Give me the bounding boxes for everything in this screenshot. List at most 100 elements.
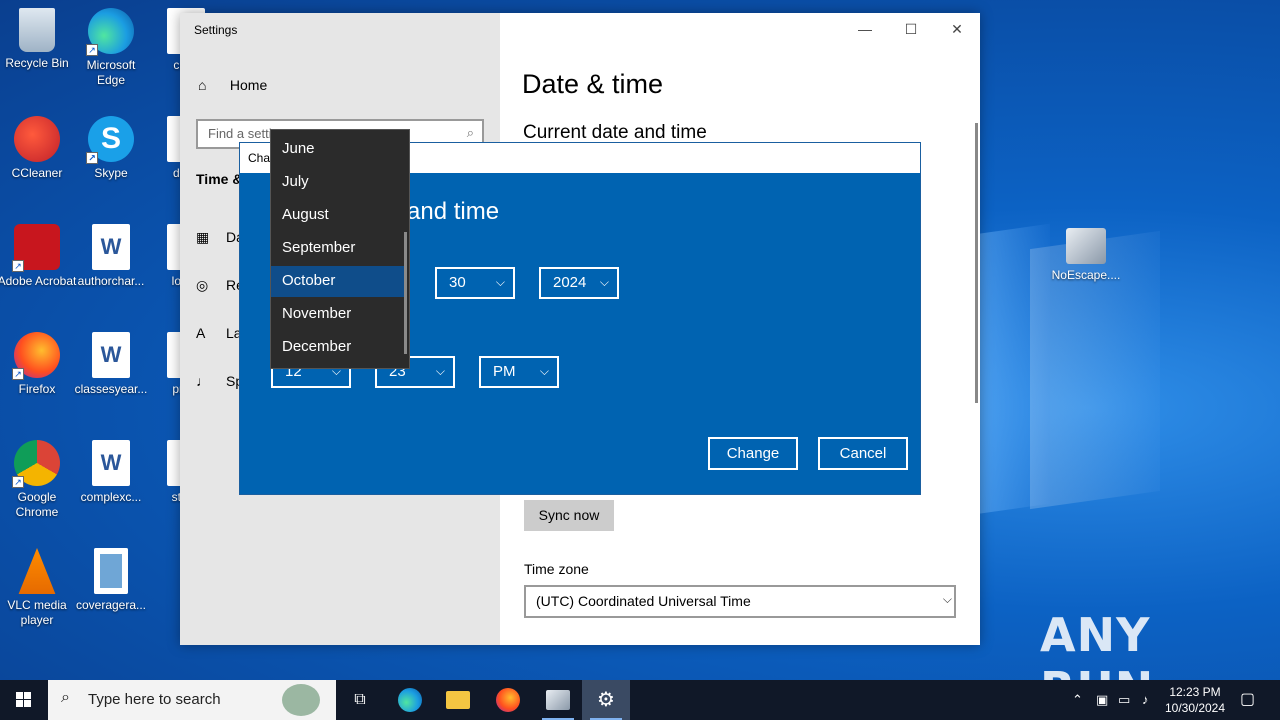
globe-icon: ◎ — [196, 277, 209, 293]
desktop-icon-coveragera[interactable]: coveragera... — [71, 548, 151, 613]
chevron-down-icon: ⌵ — [599, 275, 609, 289]
month-option[interactable]: August — [271, 200, 405, 231]
taskbar-file-explorer[interactable] — [434, 680, 482, 720]
tray-app-icon[interactable]: ▣ — [1096, 680, 1108, 720]
desktop-icon-classesyear[interactable]: W classesyear... — [71, 332, 151, 397]
home-icon: ⌂ — [198, 77, 207, 93]
nav-item-speech[interactable]: ♩ Sp — [196, 373, 243, 389]
chevron-down-icon: ⌵ — [539, 364, 549, 378]
desktop-icon-complexc[interactable]: W complexc... — [71, 440, 151, 505]
image-file-icon — [94, 548, 128, 594]
month-option[interactable]: September — [271, 233, 405, 264]
taskbar-edge[interactable] — [386, 680, 434, 720]
month-option[interactable]: June — [271, 134, 405, 165]
maximize-button[interactable]: ☐ — [888, 17, 934, 43]
noescape-icon — [546, 689, 570, 710]
nav-item-language[interactable]: A La — [196, 325, 242, 341]
desktop-icon-label: Firefox — [18, 382, 56, 396]
calendar-icon: ▦ — [196, 229, 210, 245]
acrobat-icon: ↗ — [12, 224, 60, 272]
month-option[interactable]: July — [271, 167, 405, 198]
watermark: ANY RUN — [1040, 608, 1153, 680]
clock-time: 12:23 PM — [1169, 685, 1221, 699]
month-option[interactable]: December — [271, 332, 405, 363]
desktop-icon-label: Skype — [94, 166, 128, 180]
word-doc-icon: W — [92, 440, 130, 486]
dialog-heading: and time — [407, 198, 500, 225]
sync-now-button[interactable]: Sync now — [524, 500, 614, 531]
taskbar-clock[interactable]: 12:23 PM 10/30/2024 — [1160, 684, 1230, 716]
desktop-icon-authorchar[interactable]: W authorchar... — [71, 224, 151, 289]
search-icon: ⌕ — [466, 125, 474, 140]
ampm-select[interactable]: PM ⌵ — [479, 356, 559, 388]
timezone-select[interactable]: (UTC) Coordinated Universal Time ⌵ — [524, 585, 956, 618]
volume-icon[interactable]: ♪ — [1142, 680, 1149, 720]
nav-item-date-time[interactable]: ▦ Da — [196, 229, 244, 246]
task-view-button[interactable]: ⧉ — [336, 680, 384, 720]
chevron-down-icon: ⌵ — [942, 592, 952, 606]
clock-date: 10/30/2024 — [1164, 701, 1226, 715]
taskbar-search-box[interactable]: ⌕ Type here to search — [48, 680, 336, 720]
desktop-icon-label: VLC media player — [7, 598, 67, 627]
skype-icon: S ↗ — [86, 116, 134, 164]
desktop-icon-label: authorchar... — [77, 274, 145, 288]
taskbar-noescape[interactable] — [534, 680, 582, 720]
search-placeholder: Find a setti — [208, 126, 272, 141]
month-option[interactable]: November — [271, 299, 405, 330]
month-option-selected[interactable]: October — [271, 266, 405, 297]
cancel-button[interactable]: Cancel — [818, 437, 908, 470]
window-title: Settings — [194, 23, 238, 37]
chevron-down-icon: ⌵ — [435, 364, 445, 378]
firefox-icon — [496, 687, 520, 712]
task-view-icon: ⧉ — [354, 691, 366, 708]
scrollbar[interactable] — [975, 123, 978, 403]
day-select[interactable]: 30 ⌵ — [435, 267, 515, 299]
section-heading: Time & — [196, 171, 243, 187]
nav-item-region[interactable]: ◎ Re — [196, 277, 244, 294]
desktop-icon-label: complexc... — [80, 490, 142, 504]
desktop-icon-adobe-acrobat[interactable]: ↗ Adobe Acrobat — [0, 224, 77, 289]
minimize-button[interactable]: — — [842, 17, 888, 43]
firefox-icon: ↗ — [12, 332, 60, 380]
tray-overflow-icon[interactable]: ⌃ — [1072, 680, 1083, 720]
desktop-icon-label: Recycle Bin — [5, 56, 69, 70]
nav-home[interactable]: ⌂ Home — [198, 77, 267, 93]
start-button[interactable] — [0, 680, 48, 720]
desktop-icon-skype[interactable]: S ↗ Skype — [71, 116, 151, 181]
notification-icon[interactable]: ▢ — [1240, 680, 1255, 720]
year-select[interactable]: 2024 ⌵ — [539, 267, 619, 299]
ampm-value: PM — [493, 363, 516, 380]
folder-icon — [446, 690, 470, 709]
network-icon[interactable]: ▭ — [1118, 680, 1130, 720]
recycle-bin-icon — [19, 8, 55, 52]
word-doc-icon: W — [92, 332, 130, 378]
taskbar: ⌕ Type here to search ⧉ ⚙ ⌃ ▣ ▭ ♪ 12:23 … — [0, 680, 1280, 720]
taskbar-settings[interactable]: ⚙ — [582, 680, 630, 720]
day-value: 30 — [449, 274, 466, 291]
desktop-icon-label: coveragera... — [75, 598, 147, 612]
timezone-value: (UTC) Coordinated Universal Time — [536, 593, 751, 609]
close-button[interactable]: ✕ — [934, 17, 980, 43]
noescape-icon — [1066, 228, 1106, 264]
nav-home-label: Home — [229, 77, 268, 93]
change-button[interactable]: Change — [708, 437, 798, 470]
desktop-icon-firefox[interactable]: ↗ Firefox — [0, 332, 77, 397]
taskbar-firefox[interactable] — [484, 680, 532, 720]
vlc-icon — [18, 548, 56, 594]
desktop-icon-ccleaner[interactable]: CCleaner — [0, 116, 77, 181]
section-subheading: Current date and time — [523, 122, 707, 143]
desktop-icon-label: classesyear... — [74, 382, 148, 396]
search-icon: ⌕ — [61, 689, 70, 706]
desktop-icon-label: CCleaner — [11, 166, 63, 180]
desktop-icon-label: NoEscape.... — [1051, 268, 1121, 282]
desktop-icon-recycle-bin[interactable]: Recycle Bin — [0, 8, 77, 71]
desktop-icon-microsoft-edge[interactable]: ↗ Microsoft Edge — [71, 8, 151, 88]
desktop-icon-label: Google Chrome — [15, 490, 59, 519]
chevron-down-icon: ⌵ — [495, 275, 505, 289]
desktop-icon-vlc[interactable]: VLC media player — [0, 548, 77, 628]
dropdown-scrollbar[interactable] — [404, 232, 407, 354]
language-icon: A — [196, 325, 206, 341]
desktop-icon-noescape[interactable]: NoEscape.... — [1046, 228, 1126, 283]
desktop-icon-google-chrome[interactable]: ↗ Google Chrome — [0, 440, 77, 520]
chrome-icon: ↗ — [12, 440, 60, 488]
